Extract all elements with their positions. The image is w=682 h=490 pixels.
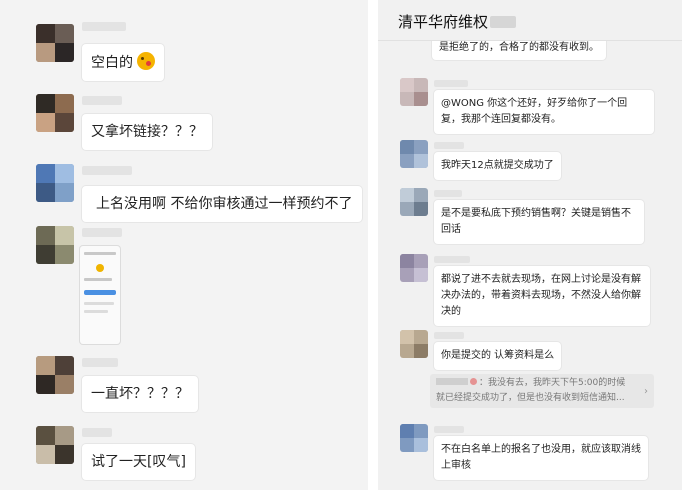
sender-name (434, 426, 464, 433)
sender-name (82, 358, 118, 367)
message-bubble[interactable]: 是不是要私底下预约销售啊？关键是销售不回话 (434, 200, 644, 244)
quoted-sender-name (436, 378, 468, 385)
message-text: 不在白名单上的报名了也没用，就应该取消线上审核 (441, 444, 641, 471)
sender-name (82, 166, 132, 175)
divider (368, 0, 378, 490)
message-text: 是拒绝了的，合格了的都没有收到。 (439, 42, 599, 53)
message-text: 又拿坏链接？？？ (91, 124, 203, 140)
member-count (490, 16, 516, 28)
message-text: 你是提交的 认筹资料是么 (441, 350, 555, 361)
sender-badge-icon (470, 378, 477, 385)
message-text: 空白的 (91, 55, 133, 71)
avatar[interactable] (36, 356, 74, 394)
avatar[interactable] (400, 78, 428, 106)
message-text: @WONG 你这个还好，好歹给你了一个回复，我那个连回复都没有。 (441, 98, 628, 125)
sender-name (82, 96, 122, 105)
sender-name (434, 332, 464, 339)
message-text: 上名没用啊 不给你审核通过一样预约不了 (96, 196, 353, 212)
message-bubble[interactable]: 又拿坏链接？？？ (82, 114, 212, 150)
message-bubble[interactable]: 不在白名单上的报名了也没用，就应该取消线上审核 (434, 436, 648, 480)
avatar[interactable] (36, 94, 74, 132)
avatar[interactable] (400, 424, 428, 452)
chevron-right-icon: › (644, 386, 648, 397)
quoted-message[interactable]: ：我没有去，我昨天下午5:00的时候 就已经提交成功了，但是也没有收到短信通知.… (430, 374, 654, 408)
message-text: 一直坏？？？？ (91, 386, 189, 402)
message-text: 试了一天[叹气] (91, 454, 186, 470)
message-bubble[interactable]: 空白的 (82, 44, 164, 81)
sender-name (434, 80, 468, 87)
avatar[interactable] (36, 426, 74, 464)
chat-header: 清平华府维权 (378, 0, 682, 41)
sender-name (434, 190, 462, 197)
message-text: 都说了进不去就去现场，在网上讨论是没有解决办法的，带着资料去现场，不然没人给你解… (441, 274, 641, 317)
message-bubble[interactable]: @WONG 你这个还好，好歹给你了一个回复，我那个连回复都没有。 (434, 90, 654, 134)
avatar[interactable] (36, 164, 74, 202)
avatar[interactable] (36, 24, 74, 62)
sender-name (82, 22, 126, 31)
message-bubble[interactable]: 你是提交的 认筹资料是么 (434, 342, 562, 370)
message-bubble[interactable]: 我昨天12点就提交成功了 (434, 152, 561, 180)
message-bubble[interactable]: 都说了进不去就去现场，在网上讨论是没有解决办法的，带着资料去现场，不然没人给你解… (434, 266, 650, 326)
avatar[interactable] (400, 140, 428, 168)
avatar[interactable] (400, 188, 428, 216)
left-chat-pane: 空白的 又拿坏链接？？？ 上名没用啊 不给你审核通过一样预约不了 一直坏？？？？… (0, 0, 368, 490)
message-bubble[interactable]: 上名没用啊 不给你审核通过一样预约不了 (82, 186, 363, 222)
avatar[interactable] (36, 226, 74, 264)
sender-name (82, 228, 122, 237)
message-bubble[interactable]: 试了一天[叹气] (82, 444, 195, 480)
message-text: 是不是要私底下预约销售啊？关键是销售不回话 (441, 208, 631, 235)
right-chat-pane: 是拒绝了的，合格了的都没有收到。 清平华府维权 @WONG 你这个还好，好歹给你… (378, 0, 682, 490)
sender-name (434, 142, 464, 149)
avatar[interactable] (400, 330, 428, 358)
phone-screenshot-image[interactable] (80, 246, 120, 344)
sender-name (434, 256, 470, 263)
avatar[interactable] (400, 254, 428, 282)
message-text: 我昨天12点就提交成功了 (441, 160, 554, 171)
quote-line-2: 就已经提交成功了，但是也没有收到短信通知... (436, 393, 625, 403)
message-bubble[interactable]: 一直坏？？？？ (82, 376, 198, 412)
sender-name (82, 428, 112, 437)
quote-line-1: ：我没有去，我昨天下午5:00的时候 (479, 378, 626, 388)
kiss-emoji-icon (137, 52, 155, 70)
chat-title: 清平华府维权 (398, 13, 489, 31)
